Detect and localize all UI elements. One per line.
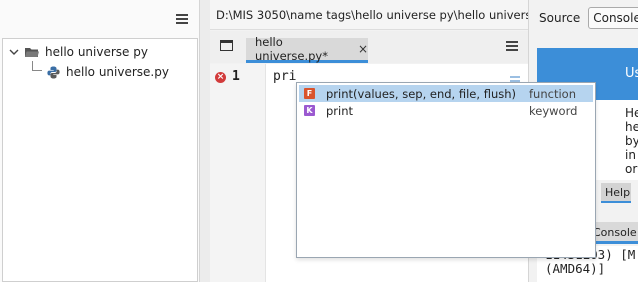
keyword-icon: K: [304, 105, 315, 116]
help-text-line: by: [625, 134, 638, 148]
tab-console[interactable]: Console 1/A: [589, 222, 638, 244]
close-icon[interactable]: ×: [358, 42, 368, 56]
explorer-options-menu-icon[interactable]: [176, 14, 188, 24]
python-file-icon: [47, 66, 60, 79]
help-toolbar: Source Console: [529, 0, 638, 36]
scrollbar-marker: [510, 76, 520, 78]
file-path: D:\MIS 3050\name tags\hello universe py\…: [210, 0, 528, 30]
completion-kind: keyword: [529, 103, 578, 118]
tab-label: hello universe.py*: [255, 35, 328, 63]
explorer-toolbar: [0, 0, 199, 36]
completion-item[interactable]: K print keyword: [299, 102, 593, 119]
editor-tab-strip: hello universe.py* ×: [210, 31, 528, 63]
error-icon[interactable]: ×: [215, 72, 226, 83]
completion-label: print: [326, 103, 354, 118]
help-text-line: He: [625, 106, 638, 120]
source-select[interactable]: Console: [588, 7, 638, 29]
console-line: (AMD64)]: [545, 261, 606, 276]
line-gutter: × 1: [210, 64, 266, 282]
completion-item[interactable]: F print(values, sep, end, file, flush) f…: [299, 85, 593, 102]
tree-item-label: hello universe.py: [66, 65, 169, 79]
editor-options-menu-icon[interactable]: [506, 41, 518, 51]
spyder-window: hello universe py hello universe.py D:\M…: [0, 0, 638, 282]
file-tree: hello universe py hello universe.py: [2, 38, 198, 282]
help-text-line: in: [625, 148, 636, 162]
folder-open-icon: [25, 47, 39, 58]
help-text-line: or: [625, 162, 638, 176]
tab-help[interactable]: Help: [601, 183, 631, 203]
browse-tabs-icon[interactable]: [220, 40, 233, 51]
tree-item-file[interactable]: hello universe.py: [47, 63, 169, 81]
code-completion-popup: F print(values, sep, end, file, flush) f…: [296, 82, 596, 258]
help-text-line: he: [625, 120, 638, 134]
tree-item-label: hello universe py: [45, 45, 148, 59]
chevron-down-icon[interactable]: [9, 47, 19, 57]
pane-splitter[interactable]: [200, 0, 210, 282]
tree-connector: [32, 61, 42, 71]
function-icon: F: [304, 88, 315, 99]
file-explorer-pane: hello universe py hello universe.py: [0, 0, 200, 282]
source-label: Source: [539, 11, 581, 25]
completion-kind: function: [529, 86, 576, 101]
code-line[interactable]: pri: [273, 69, 296, 84]
tab-hello-universe[interactable]: hello universe.py* ×: [246, 35, 368, 63]
completion-label: print(values, sep, end, file, flush): [326, 86, 516, 101]
line-number: 1: [232, 69, 240, 84]
tree-item-folder[interactable]: hello universe py: [9, 43, 148, 61]
